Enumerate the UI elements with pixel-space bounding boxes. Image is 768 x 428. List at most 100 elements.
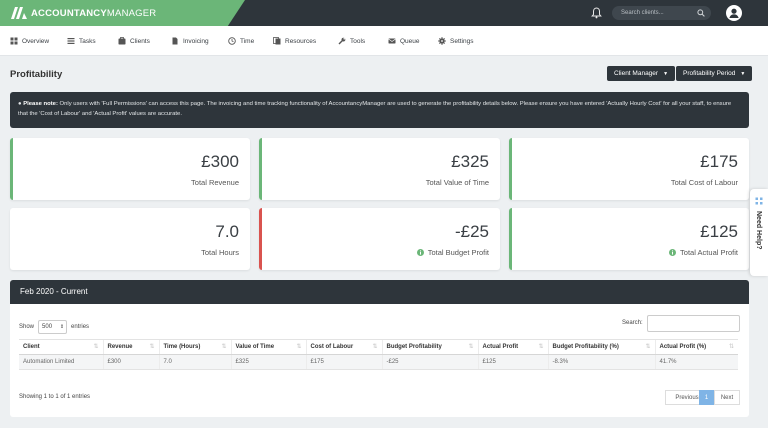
column-header-client[interactable]: Client ⇅ xyxy=(19,339,103,355)
table-search-label: Search: xyxy=(622,320,643,326)
sort-icon: ⇅ xyxy=(468,344,474,350)
main-nav: Overview Tasks Clients Invoicing Time Re… xyxy=(0,26,768,56)
stat-card-total-budget-profit: -£25 Total Budget Profit xyxy=(259,208,500,270)
info-icon: ● xyxy=(18,101,22,107)
cell-value-of-time: £325 xyxy=(230,354,306,370)
logo-icon xyxy=(11,7,27,19)
caret-down-icon: ▼ xyxy=(740,70,746,77)
column-header-time-hours[interactable]: Time (Hours) ⇅ xyxy=(158,339,231,355)
column-header-actual-profit[interactable]: Actual Profit ⇅ xyxy=(477,339,548,355)
status-stripe xyxy=(509,208,512,270)
pagination-next[interactable]: Next xyxy=(714,390,740,405)
stat-label: Total Cost of Labour xyxy=(670,178,738,187)
invoicing-icon xyxy=(172,37,178,45)
bell-icon[interactable] xyxy=(591,7,602,19)
permissions-notice: ● Please note: Only users with 'Full Per… xyxy=(10,92,749,128)
sort-icon: ⇅ xyxy=(221,344,227,350)
tasks-icon xyxy=(67,38,75,44)
client-search-input[interactable]: Search clients... xyxy=(612,6,711,20)
nav-item-clients[interactable]: Clients xyxy=(118,26,150,56)
profitability-table-panel: Feb 2020 - Current Show 500 ⇕ entries Sea… xyxy=(10,280,749,417)
nav-item-overview[interactable]: Overview xyxy=(10,26,49,56)
cell-time-hours: 7.0 xyxy=(158,354,231,370)
page-title: Profitability xyxy=(10,69,63,80)
status-stripe xyxy=(10,138,13,200)
need-help-label: Need Help? xyxy=(755,211,762,250)
sort-icon: ⇅ xyxy=(296,344,302,350)
pagination-page-1[interactable]: 1 xyxy=(699,390,714,405)
table-header-row: Client ⇅ Revenue ⇅ Time (Hours) ⇅ Value of … xyxy=(19,339,738,355)
cell-client: Automation Limited xyxy=(19,354,103,370)
nav-item-tasks[interactable]: Tasks xyxy=(67,26,96,56)
info-icon[interactable] xyxy=(669,249,677,256)
stat-value: £300 xyxy=(201,152,239,171)
gear-icon xyxy=(438,37,446,45)
stat-value: £125 xyxy=(700,222,738,241)
nav-item-invoicing[interactable]: Invoicing xyxy=(171,26,209,56)
cell-revenue: £300 xyxy=(102,354,159,370)
sort-icon: ⇅ xyxy=(645,344,651,350)
cell-budget-profitability: -£25 xyxy=(381,354,478,370)
status-stripe xyxy=(259,138,262,200)
column-header-value-of-time[interactable]: Value of Time ⇅ xyxy=(230,339,306,355)
column-header-cost-of-labour[interactable]: Cost of Labour ⇅ xyxy=(305,339,382,355)
stat-card-total-cost-of-labour: £175 Total Cost of Labour xyxy=(509,138,749,200)
stat-label: Total Revenue xyxy=(191,178,239,187)
resources-icon xyxy=(273,37,281,45)
stat-value: -£25 xyxy=(454,222,489,241)
stat-label: Total Hours xyxy=(201,248,239,257)
top-bar: ACCOUNTANCYMANAGER Search clients... xyxy=(0,0,768,26)
stat-value: 7.0 xyxy=(215,222,239,241)
nav-item-tools[interactable]: Tools xyxy=(338,26,365,56)
sort-icon: ⇅ xyxy=(538,344,544,350)
table-info: Showing 1 to 1 of 1 entries xyxy=(19,394,91,400)
overview-icon xyxy=(10,37,18,45)
stat-label: Total Value of Time xyxy=(425,178,489,187)
cell-budget-profitability-pct: -8.3% xyxy=(547,354,655,370)
sort-icon: ⇅ xyxy=(728,344,734,350)
stat-card-total-actual-profit: £125 Total Actual Profit xyxy=(509,208,749,270)
cell-actual-profit-pct: 41.7% xyxy=(654,354,738,370)
nav-item-settings[interactable]: Settings xyxy=(438,26,474,56)
need-help-tab[interactable]: Need Help? xyxy=(750,189,768,276)
search-icon xyxy=(697,9,705,17)
sort-icon: ⇅ xyxy=(372,344,378,350)
profitability-period-dropdown[interactable]: Profitability Period ▼ xyxy=(676,66,753,81)
table-search-input[interactable] xyxy=(647,315,740,332)
clients-icon xyxy=(118,37,126,45)
caret-down-icon: ▼ xyxy=(663,70,669,77)
page-length-select[interactable]: 500 ⇕ xyxy=(38,320,68,334)
nav-item-queue[interactable]: Queue xyxy=(388,26,420,56)
info-icon[interactable] xyxy=(416,249,424,256)
column-header-revenue[interactable]: Revenue ⇅ xyxy=(102,339,159,355)
profitability-table: Client ⇅ Revenue ⇅ Time (Hours) ⇅ Value of … xyxy=(19,339,738,370)
sort-icon: ⇅ xyxy=(149,344,155,350)
cell-actual-profit: £125 xyxy=(477,354,548,370)
user-avatar-icon[interactable] xyxy=(726,5,742,21)
panel-heading: Feb 2020 - Current xyxy=(10,280,749,304)
cell-cost-of-labour: £175 xyxy=(305,354,382,370)
column-header-budget-profitability[interactable]: Budget Profitability ⇅ xyxy=(381,339,478,355)
stat-value: £175 xyxy=(700,152,738,171)
column-header-actual-profit-pct[interactable]: Actual Profit (%) ⇅ xyxy=(654,339,738,355)
sort-icon: ⇅ xyxy=(93,344,99,350)
stat-value: £325 xyxy=(451,152,489,171)
nav-item-time[interactable]: Time xyxy=(228,26,254,56)
client-manager-dropdown[interactable]: Client Manager ▼ xyxy=(607,66,676,81)
help-icon xyxy=(755,197,763,205)
queue-icon xyxy=(388,38,396,44)
brand-name: ACCOUNTANCYMANAGER xyxy=(31,7,157,19)
stat-label: Total Budget Profit xyxy=(416,248,489,257)
column-header-budget-profitability-pct[interactable]: Budget Profitability (%) ⇅ xyxy=(547,339,655,355)
wrench-icon xyxy=(338,37,346,45)
clock-icon xyxy=(228,37,236,45)
page-length-control: Show 500 ⇕ entries xyxy=(19,320,89,334)
status-stripe xyxy=(259,208,262,270)
updown-icon: ⇕ xyxy=(59,324,65,330)
stat-label: Total Actual Profit xyxy=(669,248,738,257)
stat-card-total-value-of-time: £325 Total Value of Time xyxy=(259,138,500,200)
table-row[interactable]: Automation Limited £300 7.0 £325 £175 -£… xyxy=(19,354,738,370)
nav-item-resources[interactable]: Resources xyxy=(273,26,316,56)
stat-card-total-hours: 7.0 Total Hours xyxy=(10,208,250,270)
brand[interactable]: ACCOUNTANCYMANAGER xyxy=(0,0,245,26)
